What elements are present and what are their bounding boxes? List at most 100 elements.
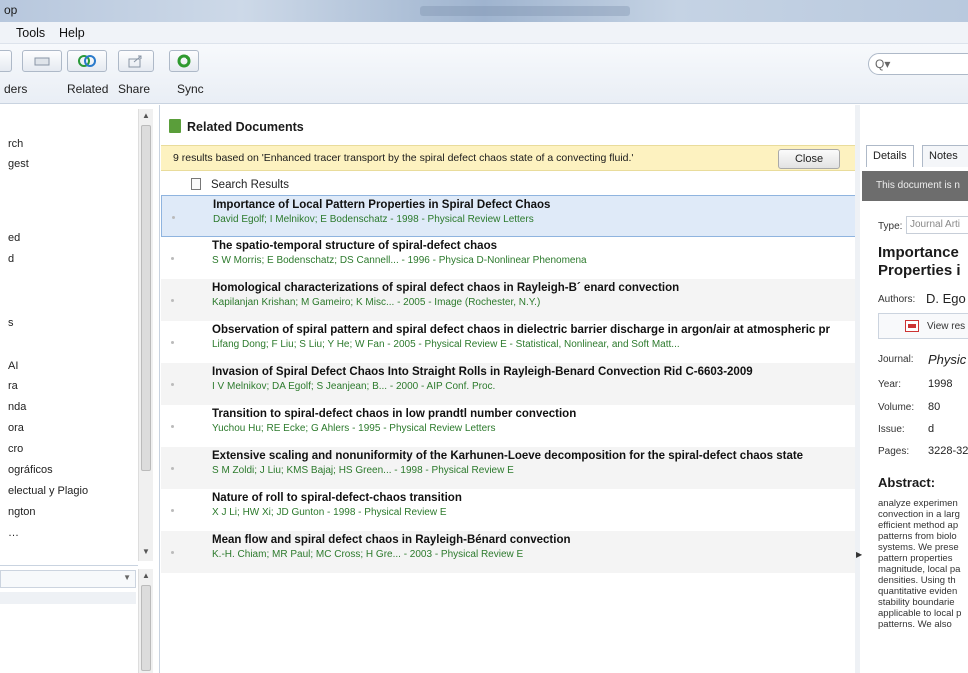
issue-label: Issue: [878,424,905,435]
panel-splitter[interactable]: ▶ [855,105,862,673]
bullet-icon [171,341,174,344]
sidebar-item[interactable]: ora [8,422,24,434]
folders-label: ders [4,82,28,96]
chevron-down-icon: ▼ [123,573,131,582]
filter-list-header [0,592,136,604]
filter-dropdown[interactable]: ▼ [0,570,136,588]
document-title-line: Importance [878,244,959,261]
result-row[interactable]: Observation of spiral pattern and spiral… [161,321,858,363]
authors-value[interactable]: D. Ego [926,291,966,306]
result-row[interactable]: Invasion of Spiral Defect Chaos Into Str… [161,363,858,405]
year-value[interactable]: 1998 [928,378,952,390]
result-meta: Kapilanjan Krishan; M Gameiro; K Misc...… [212,297,541,308]
abstract-line: systems. We prese [878,542,959,553]
sidebar-item[interactable]: electual y Plagio [8,485,88,497]
view-research-button[interactable]: View res [878,313,968,339]
related-button[interactable] [67,50,107,72]
close-button[interactable]: Close [778,149,840,169]
sidebar-item[interactable]: ed [8,232,20,244]
result-title[interactable]: Importance of Local Pattern Properties i… [213,199,550,211]
abstract-line: patterns from biolo [878,531,957,542]
sidebar-item[interactable]: rch [8,138,23,150]
bullet-icon [172,216,175,219]
sidebar-item[interactable]: nda [8,401,26,413]
sync-icon [177,54,191,68]
scroll-down-icon[interactable]: ▼ [142,547,150,556]
share-button[interactable] [118,50,154,72]
scroll-up-icon[interactable]: ▲ [142,111,150,120]
result-row[interactable]: Transition to spiral-defect chaos in low… [161,405,858,447]
bullet-icon [171,425,174,428]
sidebar-item[interactable]: d [8,253,14,265]
related-label: Related [67,82,109,96]
sidebar-item[interactable]: AI [8,360,18,372]
result-title[interactable]: Homological characterizations of spiral … [212,282,679,294]
sidebar-item[interactable]: cro [8,443,23,455]
abstract-line: quantitative eviden [878,586,958,597]
sidebar-lower-panel: ▼ [0,565,138,673]
result-row[interactable]: The spatio-temporal structure of spiral-… [161,237,858,279]
sidebar-scrollbar[interactable]: ▲ ▼ [138,109,153,561]
scrollbar-thumb[interactable] [141,585,151,671]
lower-scrollbar[interactable]: ▲ [138,569,153,673]
tab-notes[interactable]: Notes [922,145,968,167]
result-row[interactable]: Extensive scaling and nonuniformity of t… [161,447,858,489]
sidebar-item[interactable]: ngton [8,506,36,518]
result-meta: David Egolf; I Melnikov; E Bodenschatz -… [213,214,534,225]
share-label: Share [118,82,151,96]
sidebar-item[interactable]: … [8,527,19,539]
results-header[interactable]: Search Results [161,175,858,195]
bullet-icon [171,551,174,554]
result-title[interactable]: Extensive scaling and nonuniformity of t… [212,450,803,462]
result-title[interactable]: The spatio-temporal structure of spiral-… [212,240,497,252]
journal-value[interactable]: Physic [928,352,966,367]
scrollbar-thumb[interactable] [141,125,151,471]
folders-button[interactable] [22,50,62,72]
sidebar-item[interactable]: ográficos [8,464,53,476]
result-meta: K.-H. Chiam; MR Paul; MC Cross; H Gre...… [212,549,524,560]
toolbar-prev-button[interactable] [0,50,12,72]
sidebar-item[interactable]: ra [8,380,18,392]
abstract-line: patterns. We also [878,619,952,630]
type-select[interactable]: Journal Arti [906,216,968,234]
abstract-line: stability boundarie [878,597,955,608]
document-status-banner: This document is n [862,171,968,201]
result-title[interactable]: Transition to spiral-defect chaos in low… [212,408,576,420]
tab-details[interactable]: Details [866,145,914,167]
issue-value[interactable]: d [928,423,934,435]
authors-label: Authors: [878,294,916,305]
abstract-line: densities. Using th [878,575,956,586]
menu-tools[interactable]: Tools [16,26,45,40]
result-row[interactable]: Mean flow and spiral defect chaos in Ray… [161,531,858,573]
folder-icon [34,57,50,66]
sync-button[interactable] [169,50,199,72]
document-icon [169,119,181,133]
sidebar: rch gest ed d s AI ra nda ora cro ográfi… [0,105,160,673]
panel-title: Related Documents [169,119,304,134]
related-icon [78,55,96,67]
result-title[interactable]: Invasion of Spiral Defect Chaos Into Str… [212,366,753,378]
type-label: Type: [878,221,903,232]
sidebar-item[interactable]: s [8,317,14,329]
volume-value[interactable]: 80 [928,401,940,413]
result-row[interactable]: Importance of Local Pattern Properties i… [161,195,858,237]
result-title[interactable]: Observation of spiral pattern and spiral… [212,324,830,336]
result-title[interactable]: Nature of roll to spiral-defect-chaos tr… [212,492,462,504]
pages-value[interactable]: 3228-32 [928,445,968,457]
result-row[interactable]: Homological characterizations of spiral … [161,279,858,321]
journal-label: Journal: [878,354,914,365]
toolbar: ders Related Share Sync [0,44,968,104]
result-row[interactable]: Nature of roll to spiral-defect-chaos tr… [161,489,858,531]
window-titlebar: op [0,0,968,22]
bullet-icon [171,383,174,386]
result-title[interactable]: Mean flow and spiral defect chaos in Ray… [212,534,571,546]
document-title-line: Properties i [878,262,961,279]
results-label: Search Results [211,179,289,191]
abstract-text: analyze experimen convection in a larg e… [878,498,968,630]
menu-help[interactable]: Help [59,26,85,40]
result-meta: S W Morris; E Bodenschatz; DS Cannell...… [212,255,587,266]
scroll-up-icon[interactable]: ▲ [142,571,150,580]
sidebar-item[interactable]: gest [8,158,29,170]
search-input[interactable]: Q▾ [868,53,968,75]
share-icon [128,55,142,68]
